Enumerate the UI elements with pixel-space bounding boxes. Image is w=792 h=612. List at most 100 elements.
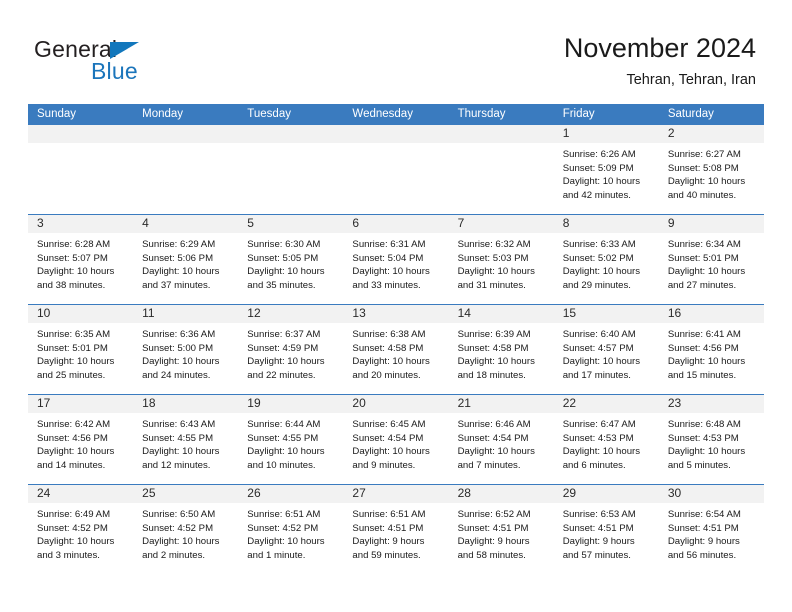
day-sun-info: Sunrise: 6:50 AM Sunset: 4:52 PM Daylight:…: [133, 503, 238, 562]
day-number: 21: [448, 395, 554, 413]
daylight-text: Daylight: 10 hours and 9 minutes.: [352, 446, 430, 471]
title-block: November 2024 Tehran, Tehran, Iran: [564, 32, 756, 90]
calendar-day-cell[interactable]: 13 Sunrise: 6:38 AM Sunset: 4:58 PM Dayligh…: [343, 305, 449, 394]
calendar-day-cell[interactable]: 24 Sunrise: 6:49 AM Sunset: 4:52 PM Dayligh…: [28, 485, 134, 574]
sunrise-text: Sunrise: 6:28 AM: [37, 239, 111, 250]
calendar-day-cell[interactable]: 11 Sunrise: 6:36 AM Sunset: 5:00 PM Dayligh…: [133, 305, 239, 394]
calendar-day-cell[interactable]: 23 Sunrise: 6:48 AM Sunset: 4:53 PM Dayligh…: [658, 395, 764, 484]
calendar-day-cell[interactable]: 1 Sunrise: 6:26 AM Sunset: 5:09 PM Daylight…: [553, 125, 659, 214]
sunrise-text: Sunrise: 6:36 AM: [142, 329, 216, 340]
day-number: 20: [343, 395, 449, 413]
calendar-day-cell[interactable]: 19 Sunrise: 6:44 AM Sunset: 4:55 PM Dayligh…: [238, 395, 344, 484]
calendar-day-cell[interactable]: 18 Sunrise: 6:43 AM Sunset: 4:55 PM Dayligh…: [133, 395, 239, 484]
daylight-text: Daylight: 10 hours and 7 minutes.: [457, 446, 535, 471]
calendar-day-cell[interactable]: 29 Sunrise: 6:53 AM Sunset: 4:51 PM Dayligh…: [553, 485, 659, 574]
calendar-day-cell-empty: [448, 125, 554, 214]
general-blue-logo[interactable]: General Blue: [34, 36, 234, 88]
calendar-day-cell[interactable]: 25 Sunrise: 6:50 AM Sunset: 4:52 PM Dayligh…: [133, 485, 239, 574]
calendar-week-row: 17 Sunrise: 6:42 AM Sunset: 4:56 PM Dayligh…: [28, 394, 764, 484]
daylight-text: Daylight: 10 hours and 29 minutes.: [562, 266, 641, 291]
day-number: 3: [28, 215, 134, 233]
calendar-day-cell[interactable]: 9 Sunrise: 6:34 AM Sunset: 5:01 PM Daylight…: [658, 215, 764, 304]
calendar-day-cell[interactable]: 5 Sunrise: 6:30 AM Sunset: 5:05 PM Daylight…: [238, 215, 344, 304]
sunset-text: Sunset: 4:52 PM: [247, 522, 319, 534]
calendar-day-cell[interactable]: 6 Sunrise: 6:31 AM Sunset: 5:04 PM Daylight…: [343, 215, 449, 304]
day-number: 9: [658, 215, 764, 233]
day-sun-info: Sunrise: 6:30 AM Sunset: 5:05 PM Daylight:…: [238, 233, 343, 292]
day-number: 4: [133, 215, 239, 233]
daylight-text: Daylight: 10 hours and 10 minutes.: [247, 446, 325, 471]
day-number: 1: [553, 125, 659, 143]
daylight-text: Daylight: 9 hours and 58 minutes.: [457, 536, 530, 561]
day-sun-info: Sunrise: 6:51 AM Sunset: 4:52 PM Daylight:…: [238, 503, 343, 562]
sunrise-text: Sunrise: 6:27 AM: [667, 149, 741, 160]
sunrise-text: Sunrise: 6:46 AM: [457, 419, 531, 430]
calendar-day-cell[interactable]: 4 Sunrise: 6:29 AM Sunset: 5:06 PM Daylight…: [133, 215, 239, 304]
calendar-day-cell[interactable]: 15 Sunrise: 6:40 AM Sunset: 4:57 PM Dayligh…: [553, 305, 659, 394]
calendar-day-cell[interactable]: 12 Sunrise: 6:37 AM Sunset: 4:59 PM Dayligh…: [238, 305, 344, 394]
calendar-day-cell[interactable]: 17 Sunrise: 6:42 AM Sunset: 4:56 PM Dayligh…: [28, 395, 134, 484]
sunrise-text: Sunrise: 6:29 AM: [142, 239, 216, 250]
daylight-text: Daylight: 10 hours and 24 minutes.: [142, 356, 220, 381]
day-number: 7: [448, 215, 554, 233]
calendar-day-cell[interactable]: 3 Sunrise: 6:28 AM Sunset: 5:07 PM Daylight…: [28, 215, 134, 304]
sunset-text: Sunset: 4:51 PM: [562, 522, 634, 534]
day-number: 22: [553, 395, 659, 413]
sunset-text: Sunset: 4:57 PM: [562, 342, 634, 354]
sunset-text: Sunset: 4:56 PM: [667, 342, 739, 354]
daylight-text: Daylight: 10 hours and 33 minutes.: [352, 266, 430, 291]
calendar-day-cell[interactable]: 16 Sunrise: 6:41 AM Sunset: 4:56 PM Dayligh…: [658, 305, 764, 394]
logo-text-blue: Blue: [91, 58, 138, 84]
day-sun-info: Sunrise: 6:40 AM Sunset: 4:57 PM Daylight:…: [554, 323, 659, 382]
sunrise-text: Sunrise: 6:53 AM: [562, 509, 636, 520]
day-sun-info: Sunrise: 6:33 AM Sunset: 5:02 PM Daylight:…: [554, 233, 659, 292]
sunrise-text: Sunrise: 6:49 AM: [37, 509, 111, 520]
sunset-text: Sunset: 4:52 PM: [37, 522, 108, 534]
calendar-day-cell[interactable]: 21 Sunrise: 6:46 AM Sunset: 4:54 PM Dayligh…: [448, 395, 554, 484]
day-number: 24: [28, 485, 134, 503]
daylight-text: Daylight: 10 hours and 1 minute.: [247, 536, 325, 561]
daylight-text: Daylight: 10 hours and 18 minutes.: [457, 356, 535, 381]
day-sun-info: Sunrise: 6:37 AM Sunset: 4:59 PM Daylight:…: [238, 323, 343, 382]
day-number: 16: [658, 305, 764, 323]
calendar-day-cell[interactable]: 14 Sunrise: 6:39 AM Sunset: 4:58 PM Dayligh…: [448, 305, 554, 394]
sunset-text: Sunset: 4:58 PM: [457, 342, 529, 354]
daylight-text: Daylight: 10 hours and 2 minutes.: [142, 536, 220, 561]
day-sun-info: Sunrise: 6:39 AM Sunset: 4:58 PM Daylight:…: [449, 323, 554, 382]
calendar-week-row: 24 Sunrise: 6:49 AM Sunset: 4:52 PM Dayligh…: [28, 484, 764, 574]
sunrise-text: Sunrise: 6:51 AM: [352, 509, 426, 520]
calendar-day-cell[interactable]: 30 Sunrise: 6:54 AM Sunset: 4:51 PM Dayligh…: [658, 485, 764, 574]
day-number: 23: [658, 395, 764, 413]
day-number: 13: [343, 305, 449, 323]
day-sun-info: Sunrise: 6:51 AM Sunset: 4:51 PM Daylight:…: [343, 503, 448, 562]
weekday-saturday: Saturday: [667, 108, 714, 120]
day-sun-info: Sunrise: 6:27 AM Sunset: 5:08 PM Daylight:…: [659, 143, 764, 202]
day-number: 19: [238, 395, 344, 413]
calendar-day-cell[interactable]: 20 Sunrise: 6:45 AM Sunset: 4:54 PM Dayligh…: [343, 395, 449, 484]
calendar-day-cell[interactable]: 10 Sunrise: 6:35 AM Sunset: 5:01 PM Dayligh…: [28, 305, 134, 394]
weekday-monday: Monday: [142, 108, 184, 120]
sunset-text: Sunset: 4:59 PM: [247, 342, 319, 354]
day-sun-info: Sunrise: 6:44 AM Sunset: 4:55 PM Daylight:…: [238, 413, 343, 472]
sunrise-text: Sunrise: 6:35 AM: [37, 329, 111, 340]
calendar-day-cell[interactable]: 8 Sunrise: 6:33 AM Sunset: 5:02 PM Daylight…: [553, 215, 659, 304]
calendar-day-cell[interactable]: 27 Sunrise: 6:51 AM Sunset: 4:51 PM Dayligh…: [343, 485, 449, 574]
calendar-day-cell[interactable]: 22 Sunrise: 6:47 AM Sunset: 4:53 PM Dayligh…: [553, 395, 659, 484]
calendar-day-cell[interactable]: 2 Sunrise: 6:27 AM Sunset: 5:08 PM Daylight…: [658, 125, 764, 214]
sunset-text: Sunset: 4:53 PM: [562, 432, 634, 444]
day-sun-info: Sunrise: 6:54 AM Sunset: 4:51 PM Daylight:…: [659, 503, 764, 562]
calendar-day-cell[interactable]: 26 Sunrise: 6:51 AM Sunset: 4:52 PM Dayligh…: [238, 485, 344, 574]
sunset-text: Sunset: 4:54 PM: [457, 432, 529, 444]
daylight-text: Daylight: 10 hours and 15 minutes.: [667, 356, 746, 381]
weekday-tuesday: Tuesday: [247, 108, 291, 120]
sunset-text: Sunset: 4:54 PM: [352, 432, 424, 444]
page-header: General Blue November 2024 Tehran, Tehra…: [0, 0, 792, 100]
sunrise-text: Sunrise: 6:37 AM: [247, 329, 321, 340]
day-number: [343, 125, 449, 143]
sunset-text: Sunset: 4:55 PM: [247, 432, 319, 444]
calendar-day-cell[interactable]: 28 Sunrise: 6:52 AM Sunset: 4:51 PM Dayligh…: [448, 485, 554, 574]
calendar-day-cell-empty: [28, 125, 134, 214]
calendar-day-cell[interactable]: 7 Sunrise: 6:32 AM Sunset: 5:03 PM Daylight…: [448, 215, 554, 304]
day-number: 14: [448, 305, 554, 323]
sunset-text: Sunset: 4:58 PM: [352, 342, 424, 354]
